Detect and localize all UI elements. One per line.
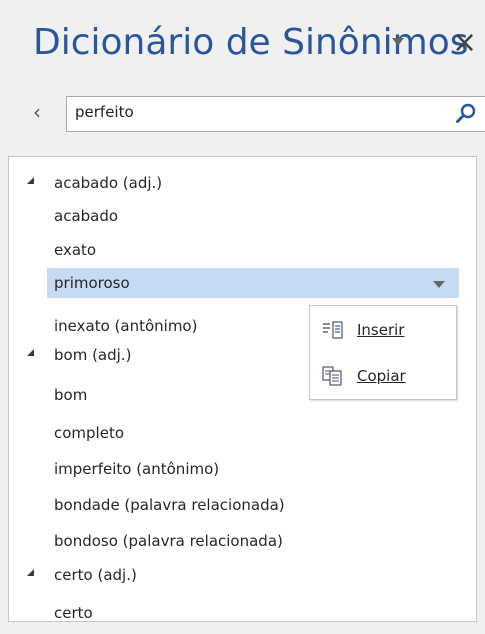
synonym-results-list: acabado (adj.) acabado exato primoroso i… <box>8 156 477 622</box>
copy-icon <box>322 366 342 386</box>
search-icon[interactable] <box>455 103 477 125</box>
insert-label: Inserir <box>357 321 405 339</box>
group-header-certo[interactable]: certo (adj.) <box>9 559 476 592</box>
chevron-down-icon[interactable] <box>392 38 404 46</box>
context-menu: Inserir Copiar <box>309 305 457 400</box>
insert-icon <box>323 321 343 339</box>
list-item[interactable]: certo <box>9 597 476 621</box>
list-item[interactable]: acabado <box>9 200 476 233</box>
collapse-triangle-icon[interactable] <box>27 569 34 576</box>
collapse-triangle-icon[interactable] <box>27 349 34 356</box>
collapse-triangle-icon[interactable] <box>27 177 34 184</box>
search-input[interactable] <box>75 103 435 121</box>
insert-menu-item[interactable]: Inserir <box>310 308 456 352</box>
close-icon[interactable]: × <box>452 28 477 58</box>
list-item-selected[interactable]: primoroso <box>9 267 476 300</box>
group-header-bom[interactable]: bom (adj.) <box>9 339 309 372</box>
search-box <box>66 96 485 132</box>
list-item[interactable]: imperfeito (antônimo) <box>9 453 476 486</box>
copy-label: Copiar <box>357 367 406 385</box>
back-button[interactable]: ‹ <box>33 102 41 122</box>
list-item[interactable]: bondade (palavra relacionada) <box>9 489 476 522</box>
group-header-acabado[interactable]: acabado (adj.) <box>9 167 476 200</box>
thesaurus-pane: Dicionário de Sinônimos × ‹ acabado (adj… <box>0 0 485 634</box>
list-item[interactable]: bondoso (palavra relacionada) <box>9 525 476 558</box>
list-item[interactable]: completo <box>9 417 476 450</box>
list-item[interactable]: exato <box>9 234 476 267</box>
copy-menu-item[interactable]: Copiar <box>310 354 456 398</box>
